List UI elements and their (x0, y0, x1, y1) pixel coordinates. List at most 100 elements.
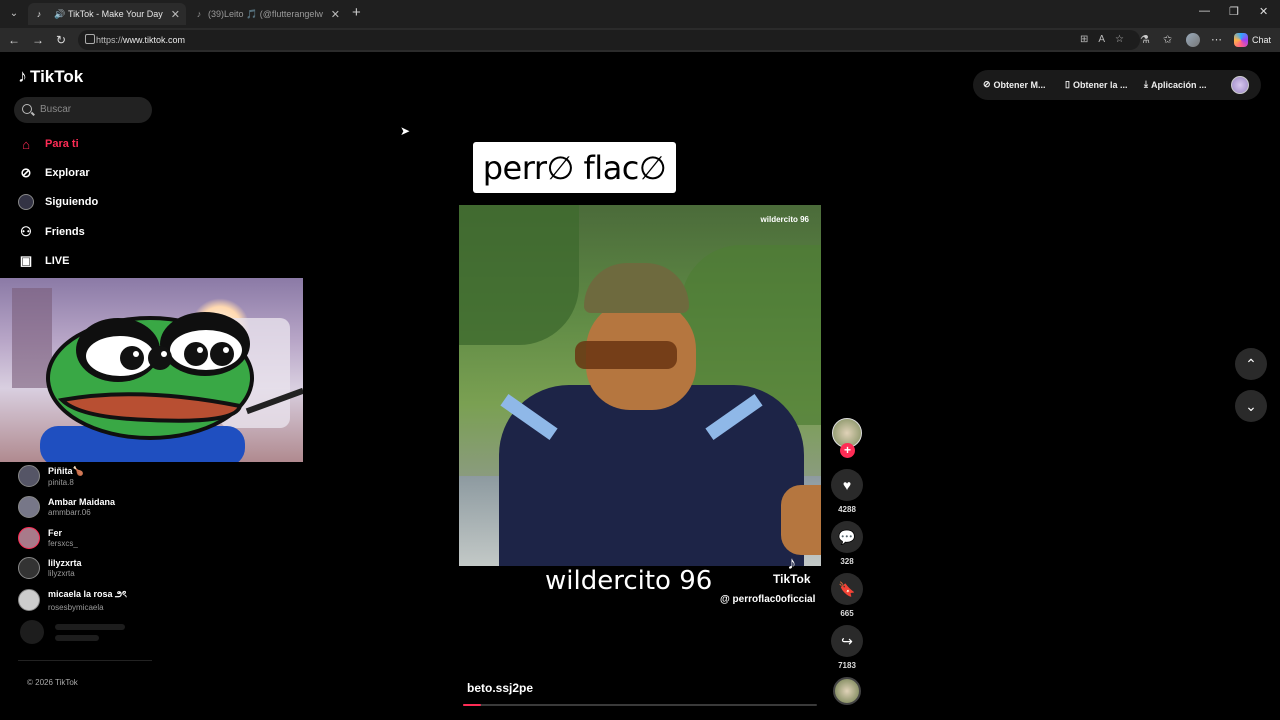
tab-title: TikTok - Make Your Day (68, 9, 163, 19)
get-app-button[interactable]: ▯ Obtener la ... (1065, 79, 1127, 90)
following-avatar-icon (18, 194, 34, 210)
extensions-icon[interactable]: ⚗ (1140, 33, 1150, 46)
home-icon: ⌂ (22, 136, 30, 152)
copilot-icon[interactable] (1234, 33, 1248, 47)
mouse-cursor-icon: ➤ (400, 124, 411, 138)
video-player[interactable]: wildercito 96 (459, 205, 821, 566)
tiktok-favicon-icon: ♪ (36, 9, 42, 19)
tab-title: (39)Leito 🎵 (@flutterangelw (208, 8, 323, 19)
tab-list-button[interactable]: ⌄ (4, 4, 24, 22)
minimize-icon[interactable]: — (1199, 5, 1210, 17)
coin-icon: ⊘ (983, 79, 991, 89)
video-watermark: wildercito 96 (760, 215, 809, 224)
url-field[interactable]: https://www.tiktok.com ⊞ A ☆ (78, 30, 1140, 50)
restore-icon[interactable]: ❐ (1229, 5, 1239, 18)
nav-siguiendo[interactable]: Siguiendo (18, 194, 98, 210)
top-actions-bar: ⊘ Obtener M... ▯ Obtener la ... ⤓ Aplicació… (973, 70, 1261, 100)
heart-icon: ♥ (842, 477, 852, 493)
get-coins-button[interactable]: ⊘ Obtener M... (983, 79, 1046, 90)
forward-icon[interactable]: → (32, 33, 44, 47)
phone-icon: ▯ (1065, 79, 1070, 89)
bookmark-icon: 🔖 (838, 580, 856, 597)
compass-icon: ⊘ (20, 165, 32, 180)
avatar (18, 557, 40, 579)
lock-icon[interactable] (85, 34, 95, 44)
like-count: 4288 (838, 505, 856, 514)
tab-profile[interactable]: ♪ (39)Leito 🎵 (@flutterangelw ✕ (188, 3, 346, 25)
translate-icon[interactable]: A (1098, 34, 1105, 45)
nav-para-ti[interactable]: ⌂ Para ti (18, 136, 79, 152)
address-bar: ← → ↻ https://www.tiktok.com ⊞ A ☆ (0, 28, 1280, 52)
chevron-down-icon: ⌄ (1245, 397, 1257, 414)
desktop-app-button[interactable]: ⤓ Aplicación ... (1144, 79, 1207, 90)
tiktok-favicon-icon: ♪ (196, 9, 202, 19)
nav-friends[interactable]: ⚇ Friends (18, 224, 85, 240)
following-item[interactable]: lilyzxrta lilyzxrta (18, 557, 82, 579)
music-disc-avatar[interactable] (833, 677, 861, 705)
video-caption-overlay: perr∅ flac∅ (473, 142, 676, 193)
back-icon[interactable]: ← (8, 33, 20, 47)
divider (18, 660, 152, 661)
speaker-icon[interactable]: 🔊 (54, 9, 65, 19)
search-input[interactable]: Buscar (14, 97, 152, 123)
user-avatar[interactable] (1231, 76, 1249, 94)
chat-button[interactable]: Chat (1252, 35, 1271, 45)
live-icon: ▣ (19, 253, 33, 268)
favorites-icon[interactable]: ✩ (1163, 33, 1172, 46)
following-item[interactable]: Ambar Maidana ammbarr.06 (18, 496, 115, 518)
close-window-icon[interactable]: ✕ (1259, 5, 1268, 18)
tab-tiktok[interactable]: ♪ 🔊 TikTok - Make Your Day ✕ (28, 3, 186, 25)
reload-icon[interactable]: ↻ (56, 33, 66, 47)
save-button[interactable]: 🔖 (831, 573, 863, 605)
share-count: 7183 (838, 661, 856, 670)
new-tab-icon[interactable]: + (352, 4, 361, 21)
comment-button[interactable]: 💬 (831, 521, 863, 553)
nav-live[interactable]: ▣ LIVE (18, 253, 70, 269)
comment-count: 328 (840, 557, 854, 566)
following-item[interactable]: micaela la rosa ౨ৎ rosesbymicaela (18, 587, 127, 612)
avatar (18, 465, 40, 487)
tiktok-note-icon: ♪ (18, 66, 27, 86)
browser-tab-bar: ⌄ ♪ 🔊 TikTok - Make Your Day ✕ ♪ (39)Lei… (0, 0, 1280, 28)
save-count: 665 (840, 609, 854, 618)
tiktok-page: ♪ TikTok Buscar ⌂ Para ti ⊘ Explorar Sig… (0, 52, 1280, 720)
tiktok-note-icon: ♪ (787, 553, 797, 573)
chevron-up-icon: ⌃ (1245, 355, 1257, 372)
loading-line-placeholder (55, 624, 125, 630)
video-title-overlay: wildercito 96 (545, 566, 713, 596)
share-button[interactable]: ↪ (831, 625, 863, 657)
loading-line-placeholder (55, 635, 99, 641)
url-text: https://www.tiktok.com (96, 35, 186, 45)
next-video-button[interactable]: ⌄ (1235, 390, 1267, 422)
more-menu-icon[interactable]: ⋯ (1211, 33, 1222, 46)
comment-icon: 💬 (838, 528, 856, 545)
search-placeholder: Buscar (40, 104, 72, 115)
video-author[interactable]: beto.ssj2pe (467, 681, 533, 695)
copyright-text: © 2026 TikTok (27, 678, 78, 687)
tiktok-logo[interactable]: ♪ TikTok (18, 66, 83, 87)
share-icon: ↪ (841, 632, 853, 649)
search-icon (22, 104, 32, 114)
pepe-frog-avatar (40, 312, 254, 462)
progress-fill (463, 704, 481, 706)
following-item[interactable]: Piñita🍗 pinita.8 (18, 465, 84, 487)
avatar (18, 496, 40, 518)
tiktok-watermark: ♪ TikTok (773, 553, 811, 586)
browser-profile-avatar[interactable] (1186, 33, 1200, 47)
previous-video-button[interactable]: ⌃ (1235, 348, 1267, 380)
webcam-overlay (0, 278, 303, 462)
following-item[interactable]: Fer fersxcs_ (18, 527, 78, 549)
favorite-star-icon[interactable]: ☆ (1115, 34, 1124, 45)
avatar (18, 527, 40, 549)
app-available-icon[interactable]: ⊞ (1080, 34, 1088, 45)
nav-explorar[interactable]: ⊘ Explorar (18, 165, 90, 181)
video-progress-bar[interactable] (463, 704, 817, 706)
loading-avatar-placeholder (20, 620, 44, 644)
avatar (18, 588, 40, 611)
follow-plus-icon[interactable]: + (840, 443, 855, 458)
friends-icon: ⚇ (20, 224, 32, 239)
close-tab-icon[interactable]: ✕ (171, 8, 180, 21)
download-icon: ⤓ (1144, 79, 1148, 89)
like-button[interactable]: ♥ (831, 469, 863, 501)
close-tab-icon[interactable]: ✕ (331, 8, 340, 21)
